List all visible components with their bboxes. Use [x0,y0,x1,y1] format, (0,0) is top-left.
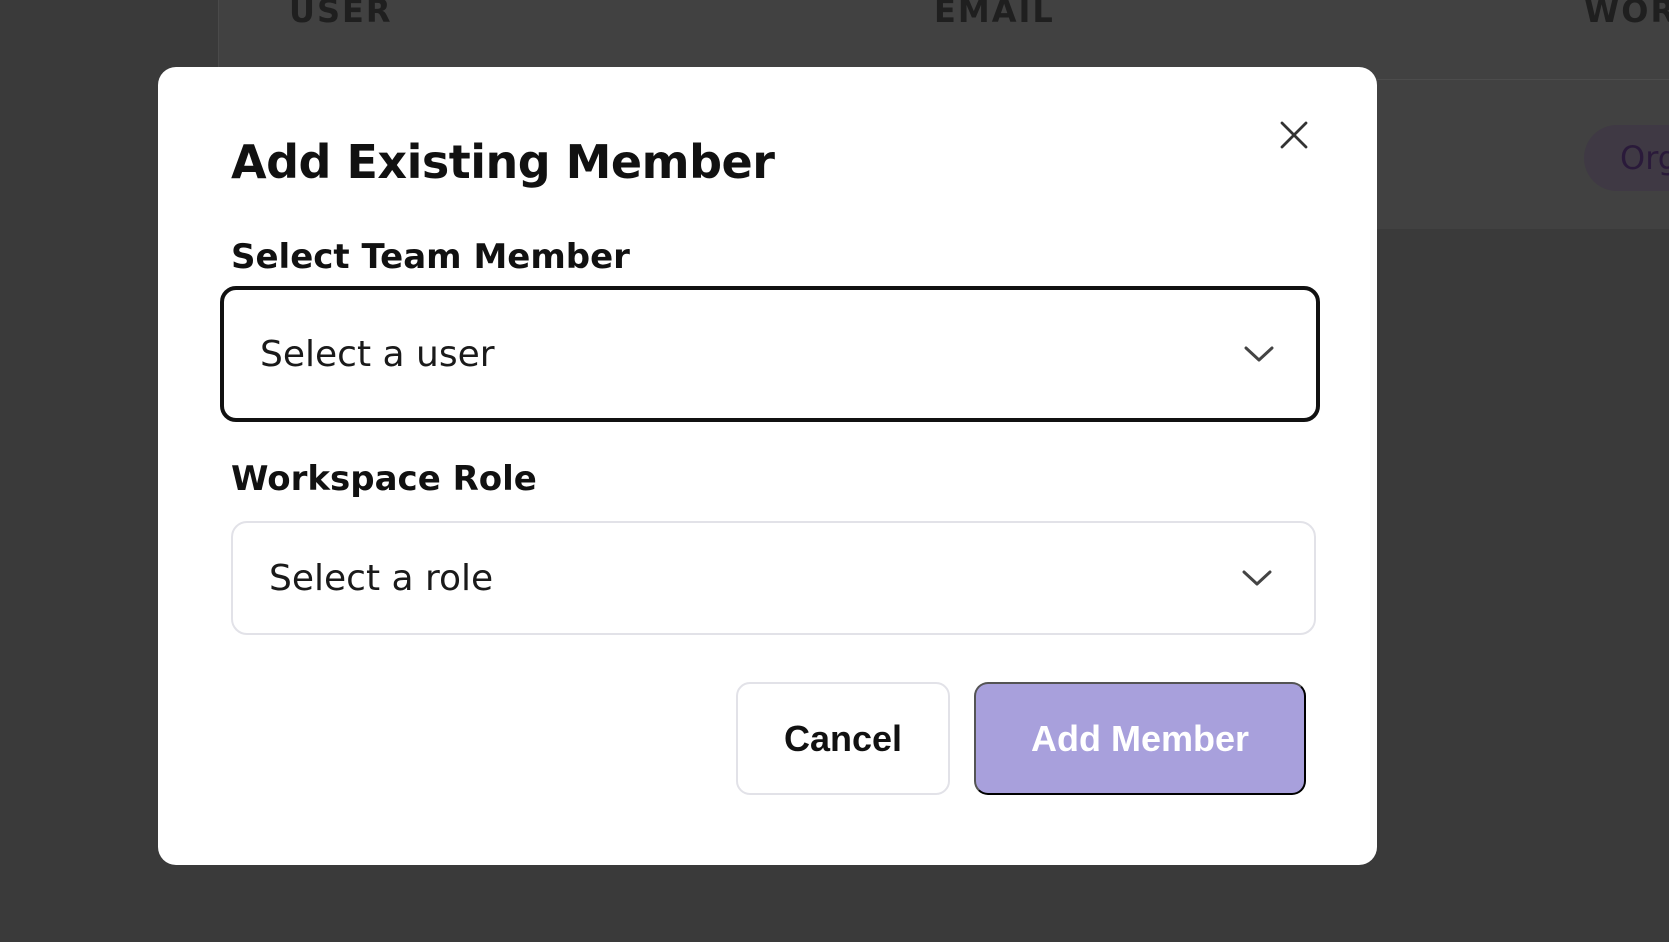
role-badge: Org [1584,125,1669,191]
dialog-title: Add Existing Member [231,135,775,189]
team-member-select-value: Select a user [260,333,495,375]
close-button[interactable] [1274,115,1314,155]
team-member-select[interactable]: Select a user [220,286,1320,422]
column-header-email: EMAIL [934,0,1055,30]
workspace-role-select[interactable]: Select a role [231,521,1316,635]
team-member-label: Select Team Member [231,237,630,277]
column-header-workspace: WOR [1584,0,1669,30]
workspace-role-select-value: Select a role [269,557,494,599]
workspace-role-label: Workspace Role [231,459,537,499]
add-member-dialog: Add Existing Member Select Team Member S… [158,67,1377,865]
close-icon [1280,121,1308,149]
chevron-down-icon [1244,346,1274,362]
column-header-user: USER [289,0,393,30]
add-member-button[interactable]: Add Member [974,682,1306,795]
chevron-down-icon [1242,570,1272,586]
cancel-button[interactable]: Cancel [736,682,950,795]
